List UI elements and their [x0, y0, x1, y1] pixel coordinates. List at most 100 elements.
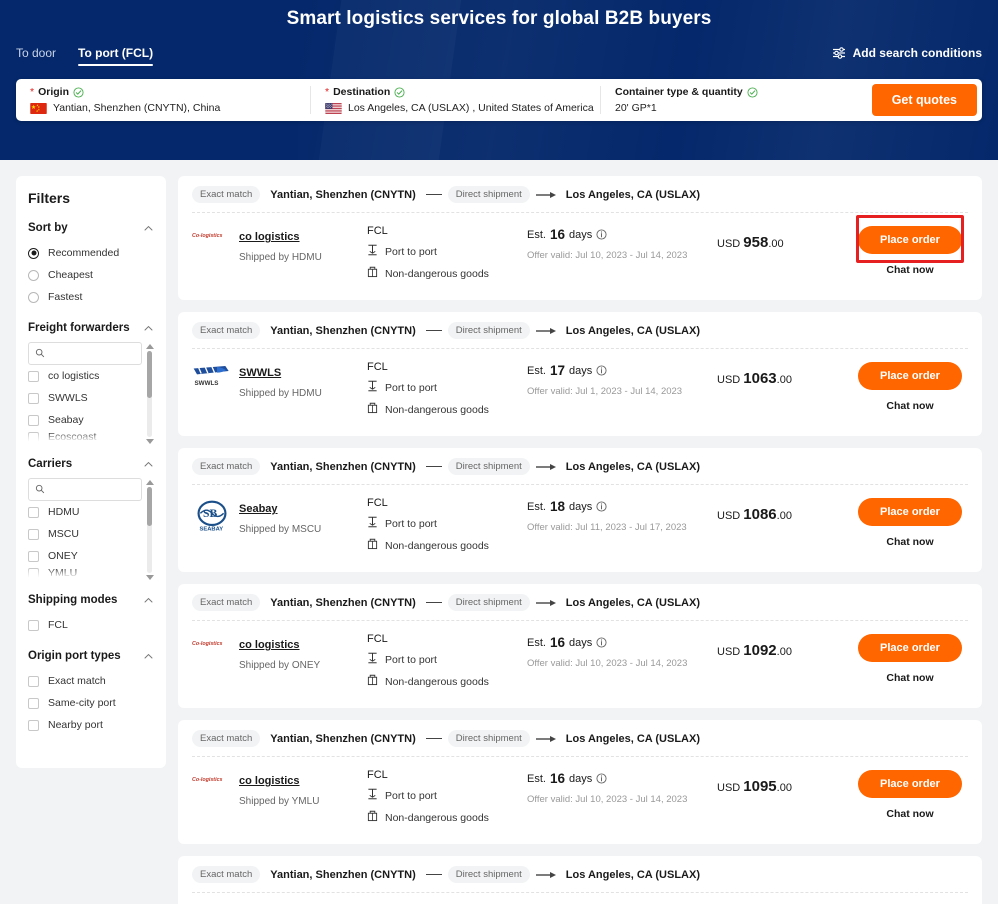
place-order-button[interactable]: Place order	[858, 362, 962, 390]
get-quotes-button[interactable]: Get quotes	[871, 84, 977, 116]
destination-field[interactable]: * Destination Los Angeles, CA (USLAX) , …	[311, 79, 601, 121]
forwarder-name-link[interactable]: SWWLS	[239, 367, 281, 379]
checkbox-icon[interactable]	[28, 431, 39, 443]
sort-option-fastest[interactable]: Fastest	[28, 286, 154, 308]
forwarder-name-link[interactable]: co logistics	[239, 231, 300, 243]
place-order-button[interactable]: Place order	[858, 770, 962, 798]
info-icon[interactable]	[596, 365, 607, 376]
carrier-option-partial[interactable]: YMLU	[28, 567, 142, 579]
chevron-up-icon[interactable]	[143, 223, 154, 234]
scroll-down-arrow-icon[interactable]	[145, 439, 154, 444]
forwarder-option-partial[interactable]: Ecoscoast	[28, 431, 142, 443]
service-column: FCL Port to port Non-dangerous goods	[367, 496, 527, 560]
checkbox-icon[interactable]	[28, 392, 39, 404]
chevron-up-icon[interactable]	[143, 459, 154, 470]
checkbox-icon[interactable]	[28, 550, 39, 562]
forwarder-option-seabay[interactable]: Seabay	[28, 409, 142, 431]
scroll-up-arrow-icon[interactable]	[145, 480, 154, 485]
carriers-search-box[interactable]	[28, 478, 142, 501]
chevron-up-icon[interactable]	[143, 651, 154, 662]
checkbox-icon[interactable]	[28, 370, 39, 382]
freight-forwarders-search-input[interactable]	[49, 348, 135, 359]
filter-group-header-origin-port-types[interactable]: Origin port types	[28, 650, 154, 662]
checkbox-icon[interactable]	[28, 528, 39, 540]
radio-icon[interactable]	[28, 269, 39, 281]
quote-card[interactable]: Exact match Yantian, Shenzhen (CNYTN) Di…	[178, 176, 982, 300]
price-column: USD 1086.00	[717, 496, 852, 523]
origin-port-option-same-city[interactable]: Same-city port	[28, 692, 154, 714]
forwarder-name-link[interactable]: Seabay	[239, 503, 278, 515]
radio-icon[interactable]	[28, 291, 39, 303]
filter-group-title: Freight forwarders	[28, 322, 130, 334]
carrier-option-hdmu[interactable]: HDMU	[28, 501, 142, 523]
chat-now-button[interactable]: Chat now	[886, 536, 933, 548]
scroll-down-arrow-icon[interactable]	[145, 575, 154, 580]
chevron-up-icon[interactable]	[143, 595, 154, 606]
origin-port-option-nearby[interactable]: Nearby port	[28, 714, 154, 736]
route-origin: Yantian, Shenzhen (CNYTN)	[270, 868, 416, 881]
est-prefix: Est.	[527, 772, 546, 785]
info-icon[interactable]	[596, 501, 607, 512]
quote-card[interactable]: Exact match Yantian, Shenzhen (CNYTN) Di…	[178, 448, 982, 572]
checkbox-icon[interactable]	[28, 567, 39, 579]
checkbox-icon[interactable]	[28, 619, 39, 631]
forwarder-name-link[interactable]: co logistics	[239, 775, 300, 787]
radio-icon[interactable]	[28, 247, 39, 259]
required-asterisk-destination: *	[325, 85, 330, 98]
checkbox-icon[interactable]	[28, 697, 39, 709]
checkbox-icon[interactable]	[28, 675, 39, 687]
add-search-conditions-button[interactable]: Add search conditions	[832, 46, 982, 66]
forwarder-option-co-logistics[interactable]: co logistics	[28, 365, 142, 387]
chat-now-button[interactable]: Chat now	[886, 400, 933, 412]
place-order-button[interactable]: Place order	[858, 634, 962, 662]
origin-field[interactable]: * Origin Yantian, Shenzhen (CNYTN), Chin…	[16, 79, 311, 121]
container-field[interactable]: Container type & quantity 20' GP*1	[601, 79, 866, 121]
currency-label: USD	[717, 510, 744, 522]
filter-group-header-shipping-modes[interactable]: Shipping modes	[28, 594, 154, 606]
carrier-option-oney[interactable]: ONEY	[28, 545, 142, 567]
origin-port-option-exact-match[interactable]: Exact match	[28, 670, 154, 692]
carriers-search-input[interactable]	[49, 484, 135, 495]
info-icon[interactable]	[596, 229, 607, 240]
checkbox-icon[interactable]	[28, 506, 39, 518]
tab-to-port-fcl[interactable]: To port (FCL)	[78, 46, 154, 66]
filter-group-sort-by: Sort by Recommended Cheapest Fastest	[28, 222, 154, 308]
service-type-text: Port to port	[385, 381, 437, 394]
co-logistics-logo: Co-logistics	[192, 771, 232, 787]
match-badge: Exact match	[192, 730, 261, 747]
quote-card[interactable]: Exact match Yantian, Shenzhen (CNYTN) Di…	[178, 856, 982, 904]
checkbox-icon[interactable]	[28, 719, 39, 731]
chat-now-button[interactable]: Chat now	[886, 808, 933, 820]
carrier-option-mscu[interactable]: MSCU	[28, 523, 142, 545]
info-icon[interactable]	[596, 637, 607, 648]
shipping-mode-option-fcl[interactable]: FCL	[28, 614, 154, 636]
filter-group-header-carriers[interactable]: Carriers	[28, 458, 154, 470]
quote-route-header: Exact match Yantian, Shenzhen (CNYTN) Di…	[192, 322, 968, 349]
chevron-up-icon[interactable]	[143, 323, 154, 334]
filter-group-header-freight-forwarders[interactable]: Freight forwarders	[28, 322, 154, 334]
quote-card[interactable]: Exact match Yantian, Shenzhen (CNYTN) Di…	[178, 720, 982, 844]
forwarder-name-link[interactable]: co logistics	[239, 639, 300, 651]
quote-route-header: Exact match Yantian, Shenzhen (CNYTN) Di…	[192, 458, 968, 485]
carriers-scrollbar[interactable]	[145, 478, 154, 580]
tab-to-door[interactable]: To door	[16, 46, 56, 66]
info-icon[interactable]	[596, 773, 607, 784]
chat-now-button[interactable]: Chat now	[886, 264, 933, 276]
sort-option-cheapest[interactable]: Cheapest	[28, 264, 154, 286]
price-column: USD 1063.00	[717, 360, 852, 387]
quote-card[interactable]: Exact match Yantian, Shenzhen (CNYTN) Di…	[178, 584, 982, 708]
check-circle-icon	[747, 86, 758, 98]
checkbox-icon[interactable]	[28, 414, 39, 426]
route-destination: Los Angeles, CA (USLAX)	[565, 732, 701, 745]
place-order-button[interactable]: Place order	[858, 226, 962, 254]
quote-card[interactable]: Exact match Yantian, Shenzhen (CNYTN) Di…	[178, 312, 982, 436]
forwarder-option-swwls[interactable]: SWWLS	[28, 387, 142, 409]
freight-forwarders-scrollbar[interactable]	[145, 342, 154, 444]
scroll-up-arrow-icon[interactable]	[145, 344, 154, 349]
quote-route-header: Exact match Yantian, Shenzhen (CNYTN) Di…	[192, 186, 968, 213]
freight-forwarders-search-box[interactable]	[28, 342, 142, 365]
filter-group-header-sort-by[interactable]: Sort by	[28, 222, 154, 234]
chat-now-button[interactable]: Chat now	[886, 672, 933, 684]
sort-option-recommended[interactable]: Recommended	[28, 242, 154, 264]
place-order-button[interactable]: Place order	[858, 498, 962, 526]
